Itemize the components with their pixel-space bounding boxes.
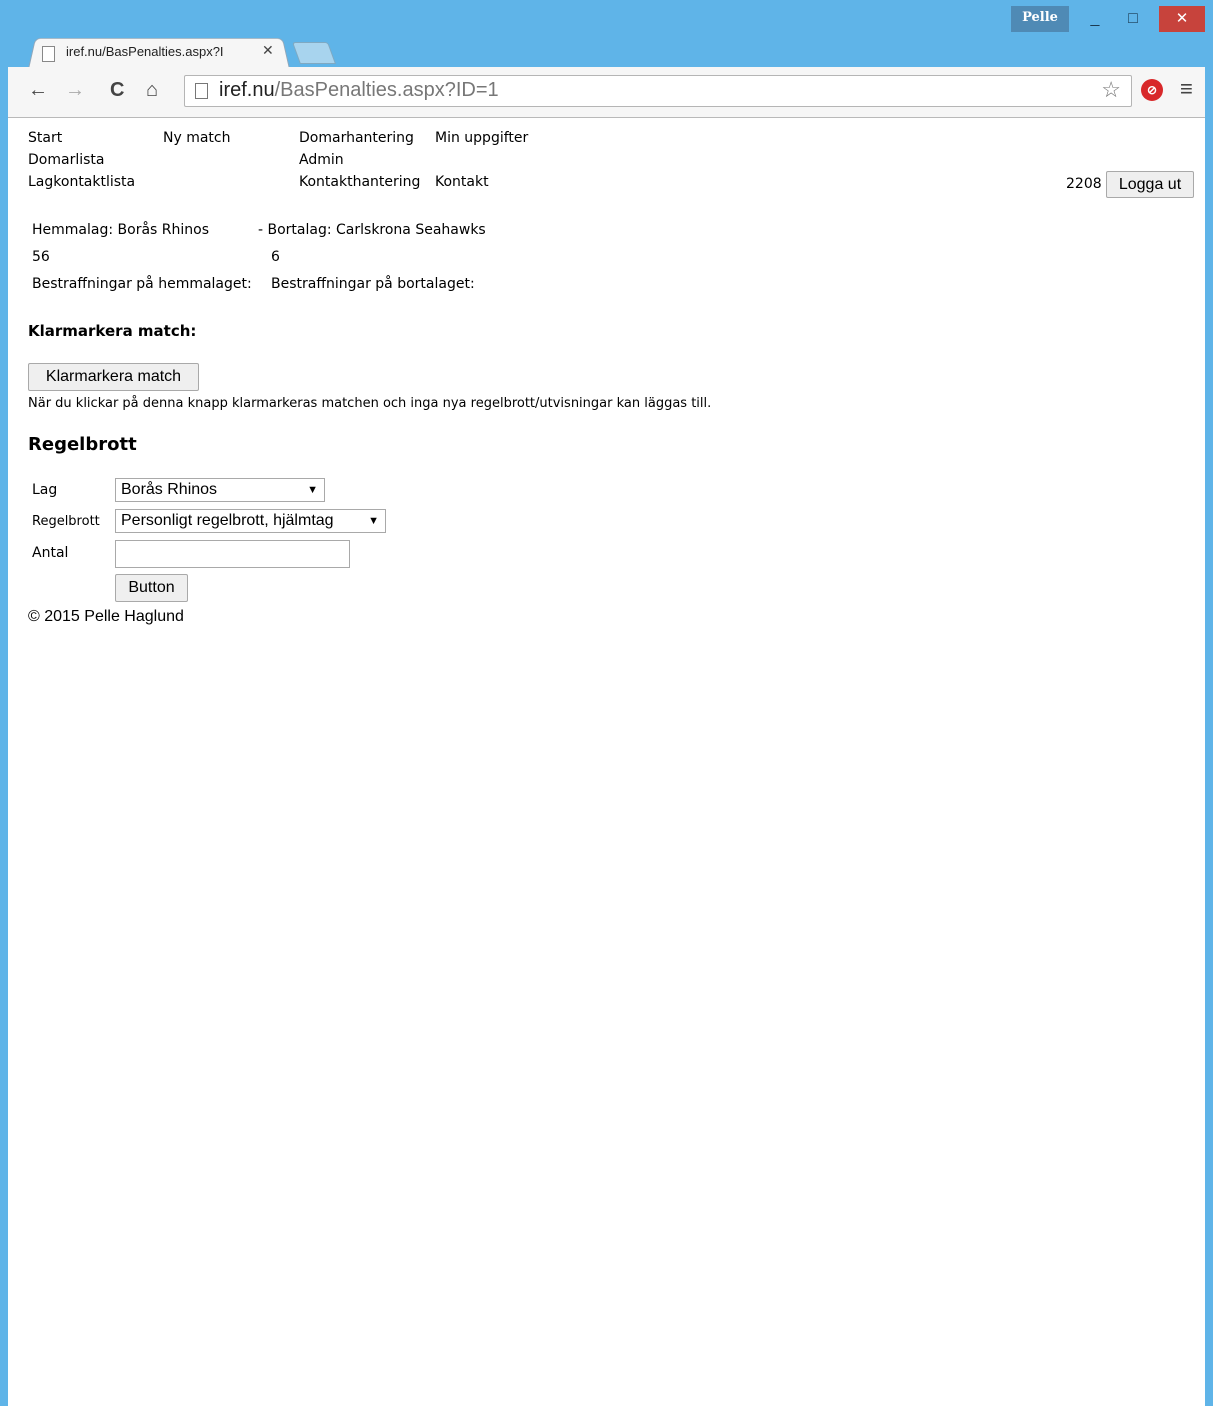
page-icon	[42, 46, 55, 62]
finalize-match-button[interactable]: Klarmarkera match	[28, 363, 199, 391]
page-info-icon[interactable]	[195, 83, 208, 99]
count-label: Antal	[32, 545, 69, 561]
page-content: Start Domarlista Lagkontaktlista Ny matc…	[8, 118, 1205, 1406]
away-score: 6	[271, 249, 280, 265]
adblock-extension-icon[interactable]: ⊘	[1141, 79, 1163, 101]
away-team-label: - Bortalag: Carlskrona Seahawks	[258, 222, 486, 238]
reload-icon[interactable]: C	[110, 79, 124, 102]
rule-select-value: Personligt regelbrott, hjälmtag	[121, 512, 334, 529]
new-tab-button[interactable]	[291, 42, 337, 64]
chevron-down-icon: ▼	[307, 484, 318, 496]
submit-button[interactable]: Button	[115, 574, 188, 602]
forward-arrow-icon[interactable]: →	[65, 79, 85, 102]
team-select[interactable]: Borås Rhinos ▼	[115, 478, 325, 502]
nav-link-domarhantering[interactable]: Domarhantering	[299, 130, 414, 146]
tab-title: iref.nu/BasPenalties.aspx?I	[66, 44, 224, 59]
finalize-heading: Klarmarkera match:	[28, 322, 197, 340]
count-input[interactable]	[115, 540, 350, 568]
url-domain: iref.nu	[219, 79, 275, 101]
nav-link-domarlista[interactable]: Domarlista	[28, 152, 104, 168]
bookmark-star-icon[interactable]: ☆	[1101, 77, 1121, 103]
profile-badge[interactable]: Pelle	[1011, 6, 1069, 32]
copyright: © 2015 Pelle Haglund	[28, 608, 184, 625]
close-window-button[interactable]: ✕	[1159, 6, 1205, 32]
address-bar[interactable]: iref.nu/BasPenalties.aspx?ID=1 ☆	[184, 75, 1132, 107]
back-arrow-icon[interactable]: ←	[28, 79, 48, 102]
chevron-down-icon: ▼	[368, 515, 379, 527]
minimize-button[interactable]: _	[1076, 6, 1114, 32]
maximize-button[interactable]: □	[1114, 6, 1152, 32]
user-id: 2208	[1066, 176, 1102, 192]
finalize-info-text: När du klickar på denna knapp klarmarker…	[28, 396, 712, 411]
home-icon[interactable]: ⌂	[146, 79, 158, 102]
team-select-value: Borås Rhinos	[121, 481, 218, 498]
browser-window: Pelle _ □ ✕ iref.nu/BasPenalties.aspx?I …	[0, 0, 1213, 1406]
rule-select[interactable]: Personligt regelbrott, hjälmtag ▼	[115, 509, 386, 533]
tab-close-icon[interactable]: ✕	[262, 42, 274, 59]
nav-link-kontakt[interactable]: Kontakt	[435, 174, 489, 190]
menu-icon[interactable]: ≡	[1180, 76, 1193, 102]
home-team-label: Hemmalag: Borås Rhinos	[32, 222, 209, 238]
nav-link-start[interactable]: Start	[28, 130, 62, 146]
nav-link-kontakthantering[interactable]: Kontakthantering	[299, 174, 420, 190]
rule-label: Regelbrott	[32, 514, 100, 529]
home-score: 56	[32, 249, 50, 265]
away-penalties-label: Bestraffningar på bortalaget:	[271, 276, 475, 292]
nav-link-lagkontaktlista[interactable]: Lagkontaktlista	[28, 174, 135, 190]
team-label: Lag	[32, 482, 58, 498]
url-text: iref.nu/BasPenalties.aspx?ID=1	[219, 79, 499, 102]
logout-button[interactable]: Logga ut	[1106, 171, 1194, 198]
nav-link-min-uppgifter[interactable]: Min uppgifter	[435, 130, 528, 146]
nav-link-ny-match[interactable]: Ny match	[163, 130, 230, 146]
home-penalties-label: Bestraffningar på hemmalaget:	[32, 276, 252, 292]
nav-link-admin[interactable]: Admin	[299, 152, 344, 168]
infraction-heading: Regelbrott	[28, 434, 137, 455]
browser-tab[interactable]: iref.nu/BasPenalties.aspx?I ✕	[28, 36, 290, 69]
url-path: /BasPenalties.aspx?ID=1	[274, 79, 499, 101]
browser-toolbar: ← → C ⌂ iref.nu/BasPenalties.aspx?ID=1 ☆…	[8, 67, 1205, 118]
